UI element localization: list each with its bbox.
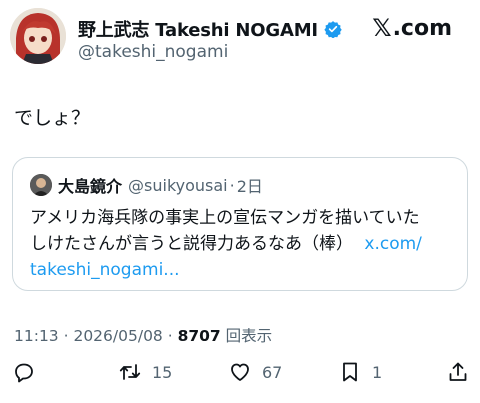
x-logo-icon: 𝕏 <box>372 14 392 42</box>
author-handle[interactable]: @takeshi_nogami <box>78 42 228 62</box>
like-button[interactable]: 67 <box>228 360 282 384</box>
retweet-count: 15 <box>152 362 173 382</box>
quoted-tweet[interactable]: 大島鏡介 @suikyousai · 2日 アメリカ海兵隊の事実上の宣伝マンガを… <box>12 157 468 291</box>
quoted-link-part-1[interactable]: x.com/ <box>364 234 422 254</box>
share-button[interactable] <box>446 360 470 384</box>
quoted-age: 2日 <box>236 177 263 196</box>
tweet-time[interactable]: 11:13 <box>14 327 59 345</box>
view-count-label: 回表示 <box>220 327 273 345</box>
x-com-logo: 𝕏 .com <box>372 14 452 42</box>
meta-separator: · <box>58 327 74 345</box>
author-avatar[interactable] <box>10 8 66 64</box>
reply-button[interactable] <box>12 360 36 384</box>
tweet-date[interactable]: 2026/05/08 <box>73 327 162 345</box>
quoted-link-part-2[interactable]: takeshi_nogami... <box>30 257 458 283</box>
tweet-meta: 11:13 · 2026/05/08 · 8707 回表示 <box>14 324 272 346</box>
like-count: 67 <box>262 362 283 382</box>
quoted-line-2: しけたさんが言うと説得力あるなあ（棒） <box>30 234 353 254</box>
view-count: 8707 <box>177 327 221 345</box>
action-bar: 15 67 1 <box>0 360 480 394</box>
quoted-tweet-text: アメリカ海兵隊の事実上の宣伝マンガを描いていた しけたさんが言うと説得力あるなあ… <box>30 205 458 283</box>
quoted-line-1: アメリカ海兵隊の事実上の宣伝マンガを描いていた <box>30 208 420 228</box>
quoted-author-handle: @suikyousai <box>128 175 228 195</box>
bookmark-count: 1 <box>372 362 383 382</box>
tweet-text: でしょ？ <box>14 107 91 129</box>
quoted-author-name: 大島鏡介 <box>58 177 123 196</box>
retweet-button[interactable]: 15 <box>118 360 172 384</box>
x-logo-text: .com <box>392 15 452 41</box>
heart-icon <box>231 363 249 381</box>
reply-icon <box>15 363 33 383</box>
author-display-name[interactable]: 野上武志 Takeshi NOGAMI <box>78 16 318 42</box>
verified-badge-icon <box>324 20 342 39</box>
bookmark-icon <box>343 362 357 382</box>
quoted-author-avatar <box>30 174 52 196</box>
share-icon <box>449 362 467 381</box>
retweet-icon <box>119 364 141 380</box>
quoted-separator: · <box>229 175 235 195</box>
meta-separator: · <box>162 327 178 345</box>
bookmark-button[interactable]: 1 <box>338 360 382 384</box>
